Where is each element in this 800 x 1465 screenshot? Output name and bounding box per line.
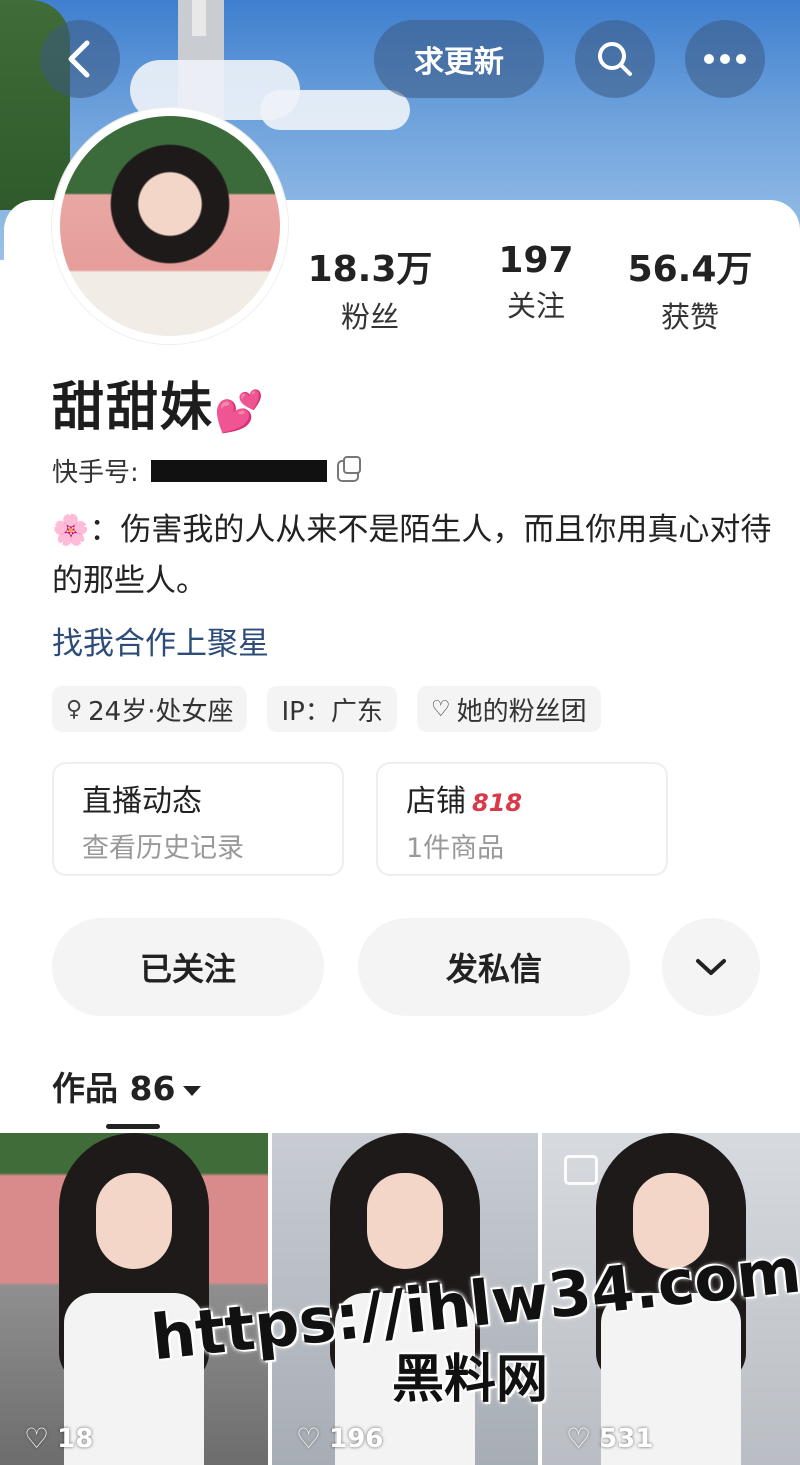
shop-title: 店铺: [406, 784, 466, 819]
collab-link[interactable]: 找我合作上聚星: [52, 618, 269, 663]
tab-works[interactable]: 作品 86: [52, 1062, 202, 1110]
live-history-entry[interactable]: 直播动态 查看历史记录: [52, 762, 344, 876]
caret-down-icon: [183, 1085, 202, 1096]
followed-button[interactable]: 已关注: [52, 918, 324, 1016]
like-count-value: 18: [57, 1423, 94, 1454]
stat-label: 关注: [506, 289, 565, 323]
like-count-value: 196: [329, 1423, 384, 1454]
two-hearts-icon: 💕: [214, 389, 266, 435]
more-icon: [704, 54, 746, 64]
stat-value: 56.4万: [627, 249, 753, 290]
heart-outline-icon: ♡: [296, 1422, 322, 1455]
tag-age[interactable]: ♀ 24岁·处女座: [52, 686, 248, 732]
like-count: ♡ 196: [296, 1422, 383, 1455]
heart-outline-icon: ♡: [24, 1422, 50, 1455]
stat-fans[interactable]: 18.3万 粉丝: [300, 240, 440, 336]
heart-outline-icon: ♡: [430, 696, 451, 722]
message-button[interactable]: 发私信: [358, 918, 630, 1016]
shop-entry[interactable]: 店铺 818 1件商品: [376, 762, 668, 876]
tag-fan-group[interactable]: ♡ 她的粉丝团: [416, 686, 601, 732]
stat-value: 18.3万: [307, 249, 433, 290]
redacted-id: [150, 459, 327, 482]
stats-row: 18.3万 粉丝 197 关注 56.4万 获赞: [300, 240, 800, 340]
more-button[interactable]: [685, 20, 765, 98]
flower-icon: 🌸: [52, 513, 90, 548]
profile-name: 甜甜妹💕: [52, 365, 266, 440]
stat-following[interactable]: 197 关注: [466, 240, 606, 325]
account-id-label: 快手号:: [52, 458, 139, 488]
expand-button[interactable]: [662, 918, 760, 1016]
shop-badge: 818: [472, 789, 523, 817]
entry-title: 店铺 818: [406, 776, 638, 820]
profile-name-text: 甜甜妹: [52, 378, 215, 438]
search-icon: [598, 42, 632, 76]
copy-icon[interactable]: [336, 455, 361, 482]
tags-row: ♀ 24岁·处女座 IP：广东 ♡ 她的粉丝团: [52, 686, 621, 732]
stat-value: 197: [498, 240, 574, 281]
cloud-decoration: [260, 90, 410, 130]
tab-indicator: [106, 1124, 160, 1129]
tag-ip: IP：广东: [267, 686, 397, 732]
heart-outline-icon: ♡: [566, 1422, 592, 1455]
search-button[interactable]: [575, 20, 655, 98]
tag-text: IP：广东: [281, 696, 383, 727]
account-id-row: 快手号:: [52, 452, 361, 489]
stat-label: 粉丝: [340, 300, 399, 334]
bio-text: ：伤害我的人从来不是陌生人，而且你用真心对待的那些人。: [52, 512, 772, 599]
back-button[interactable]: [40, 20, 120, 98]
request-update-button[interactable]: 求更新: [374, 20, 544, 98]
chevron-left-icon: [68, 40, 90, 78]
watermark: https://ihlw34.com 黑料网: [148, 1233, 800, 1412]
like-count: ♡ 531: [566, 1422, 653, 1455]
entry-subtitle: 查看历史记录: [82, 833, 244, 864]
tag-text: 她的粉丝团: [456, 696, 587, 727]
tab-works-label: 作品 86: [52, 1069, 176, 1108]
stat-likes[interactable]: 56.4万 获赞: [620, 240, 760, 336]
entry-subtitle: 1件商品: [406, 833, 505, 864]
tag-text: 24岁·处女座: [88, 696, 234, 727]
like-count-value: 531: [599, 1423, 654, 1454]
stat-label: 获赞: [660, 300, 719, 334]
avatar[interactable]: [52, 108, 288, 344]
female-icon: ♀: [66, 696, 83, 722]
entry-title: 直播动态: [82, 784, 202, 819]
bio: 🌸：伤害我的人从来不是陌生人，而且你用真心对待的那些人。: [52, 505, 772, 606]
like-count: ♡ 18: [24, 1422, 93, 1455]
image-set-icon: [564, 1155, 598, 1185]
chevron-down-icon: [696, 959, 726, 975]
